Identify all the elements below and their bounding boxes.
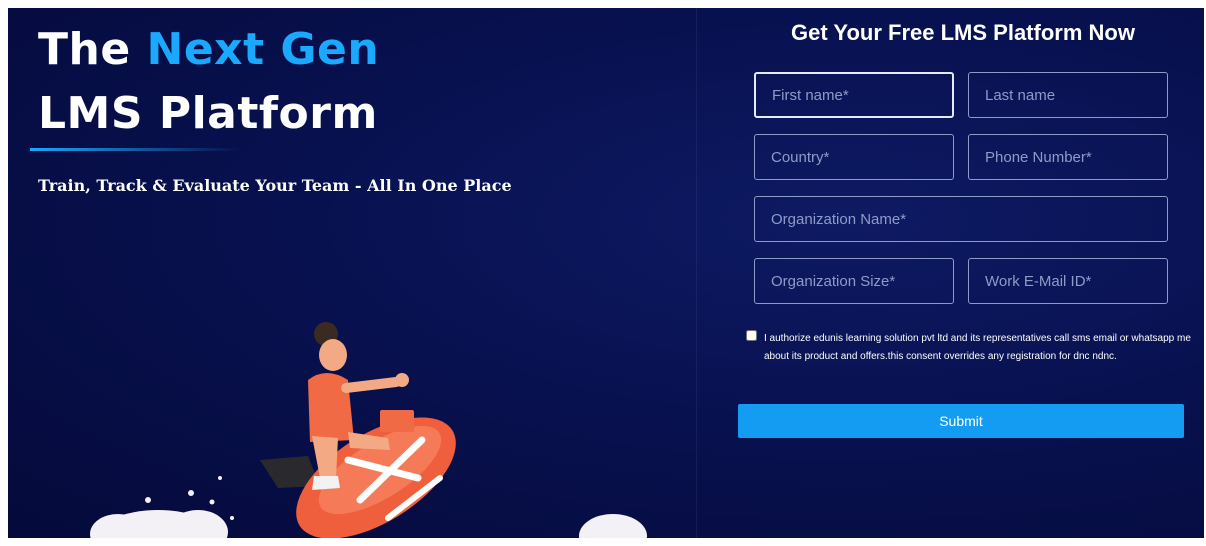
first-name-input[interactable] — [754, 72, 954, 118]
cloud-left — [90, 510, 228, 538]
hero-tagline: Train, Track & Evaluate Your Team - All … — [38, 176, 512, 195]
hero-title-line1: The Next Gen — [38, 18, 379, 82]
hero-title-accent: Next Gen — [146, 24, 380, 75]
form-title: Get Your Free LMS Platform Now — [791, 20, 1135, 45]
hero-title-line2: LMS Platform — [38, 88, 378, 139]
work-email-input[interactable] — [968, 258, 1168, 304]
organization-name-input[interactable] — [754, 196, 1168, 242]
last-name-input[interactable] — [968, 72, 1168, 118]
country-input[interactable] — [754, 134, 954, 180]
hero-title: The Next Gen LMS Platform — [38, 18, 379, 146]
hero-section: The Next Gen LMS Platform Train, Track &… — [8, 8, 698, 538]
consent-checkbox[interactable] — [746, 330, 757, 341]
submit-button[interactable]: Submit — [738, 404, 1184, 438]
consent-text: I authorize edunis learning solution pvt… — [764, 333, 1191, 362]
hero-title-prefix: The — [38, 24, 131, 75]
organization-size-input[interactable] — [754, 258, 954, 304]
phone-number-input[interactable] — [968, 134, 1168, 180]
cloud-right — [579, 514, 647, 538]
title-underline — [30, 148, 240, 151]
section-divider — [696, 8, 697, 538]
page-frame: The Next Gen LMS Platform Train, Track &… — [8, 8, 1204, 538]
signup-form: Get Your Free LMS Platform Now I authori… — [728, 8, 1198, 538]
